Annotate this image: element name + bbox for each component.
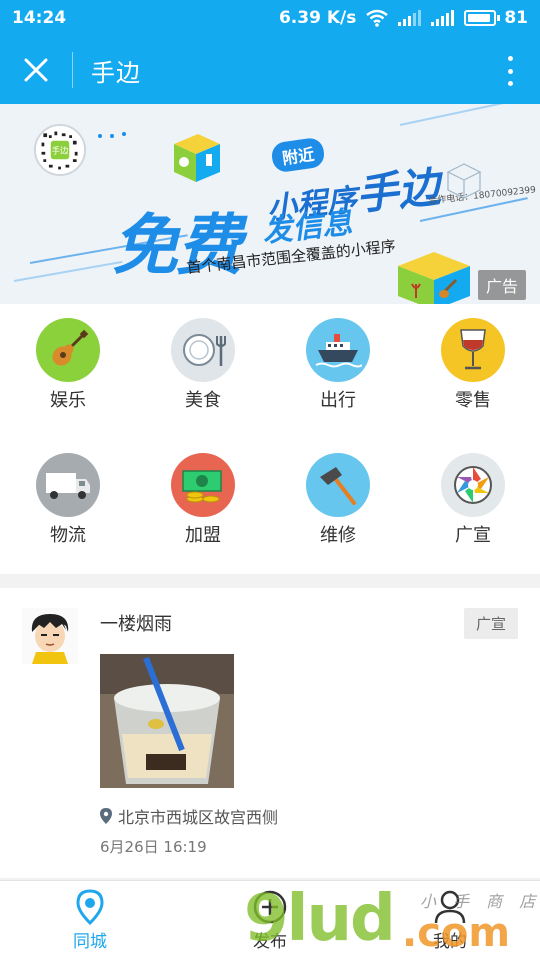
- truck-icon: [46, 473, 90, 499]
- ad-label: 广告: [477, 270, 526, 300]
- category-label: 广宣: [455, 525, 491, 546]
- plate-icon: [183, 334, 226, 366]
- avatar[interactable]: [22, 608, 78, 664]
- category-franchise[interactable]: 加盟: [143, 453, 263, 563]
- category-label: 零售: [455, 390, 491, 411]
- category-label: 物流: [50, 525, 86, 546]
- tab-label: 同城: [73, 932, 107, 952]
- location-pin-icon: [76, 889, 104, 925]
- aperture-icon: [454, 466, 492, 504]
- category-label: 出行: [320, 390, 356, 411]
- post-image[interactable]: [100, 654, 234, 788]
- status-bar: 14:24 6.39 K/s 81: [0, 0, 540, 36]
- battery-icon: [464, 10, 497, 26]
- post-time: 6月26日 16:19: [100, 838, 207, 856]
- nav-divider: [72, 52, 73, 88]
- top-bar: 14:24 6.39 K/s 81 手边: [0, 0, 540, 104]
- guitar-icon: [52, 329, 89, 366]
- page-title: 手边: [91, 58, 141, 87]
- post-category-tag: 广宣: [463, 608, 518, 639]
- wine-glass-icon: [460, 329, 486, 370]
- money-icon: [182, 470, 222, 503]
- more-menu-button[interactable]: [506, 56, 514, 86]
- post-author[interactable]: 一楼烟雨: [100, 610, 172, 636]
- category-retail[interactable]: 零售: [413, 318, 533, 428]
- tab-local[interactable]: 同城: [30, 881, 150, 960]
- category-grid: 娱乐 美食 出行 零售 物流 加盟 维修 广宣: [0, 304, 540, 574]
- signal-icon: [431, 10, 455, 26]
- user-avatar-image: [22, 608, 78, 664]
- signal-4g-icon: [398, 10, 422, 26]
- qr-code: 手边: [34, 124, 86, 176]
- location-pin-icon: [100, 808, 112, 824]
- ship-icon: [315, 334, 362, 368]
- battery-level: 81: [504, 8, 528, 28]
- cube-decoration-bottom: [398, 252, 470, 304]
- more-vertical-icon: [507, 56, 513, 61]
- close-icon: [24, 58, 48, 82]
- network-speed: 6.39 K/s: [278, 8, 357, 28]
- category-advertising[interactable]: 广宣: [413, 453, 533, 563]
- tab-mine[interactable]: 我的: [390, 881, 510, 960]
- promo-banner[interactable]: 手边 免费 附近 小程序手边 发信息 合作电话：18070092399 首个南昌…: [0, 104, 540, 304]
- wireframe-cube-decoration: [446, 163, 482, 199]
- tab-label: 发布: [253, 932, 287, 952]
- post-location-text: 北京市西城区故宫西侧: [118, 808, 279, 827]
- status-time: 14:24: [12, 8, 67, 28]
- category-label: 维修: [320, 525, 356, 546]
- category-label: 美食: [185, 390, 221, 411]
- tab-label: 我的: [433, 932, 467, 952]
- hammer-icon: [320, 467, 356, 505]
- category-label: 娱乐: [50, 390, 86, 411]
- add-circle-icon: [253, 890, 287, 924]
- category-repair[interactable]: 维修: [278, 453, 398, 563]
- dots-decoration: [98, 132, 126, 138]
- category-food[interactable]: 美食: [143, 318, 263, 428]
- category-entertainment[interactable]: 娱乐: [8, 318, 128, 428]
- battery-indicator: 81: [464, 8, 528, 28]
- wifi-icon: [366, 9, 389, 27]
- user-icon: [434, 890, 466, 924]
- drink-cup-image: [100, 654, 234, 788]
- bottom-tab-bar: 同城 发布 我的: [0, 880, 540, 960]
- cube-decoration-top: [174, 134, 220, 182]
- tab-publish[interactable]: 发布: [210, 881, 330, 960]
- close-button[interactable]: [20, 54, 52, 86]
- category-logistics[interactable]: 物流: [8, 453, 128, 563]
- category-label: 加盟: [185, 525, 221, 546]
- post-card[interactable]: 一楼烟雨 广宣 北京市西城区故宫西侧 6月26日 16:19: [0, 588, 540, 878]
- post-location[interactable]: 北京市西城区故宫西侧: [100, 804, 278, 828]
- nav-bar: 手边: [0, 36, 540, 104]
- category-travel[interactable]: 出行: [278, 318, 398, 428]
- svg-text:手边: 手边: [52, 146, 69, 156]
